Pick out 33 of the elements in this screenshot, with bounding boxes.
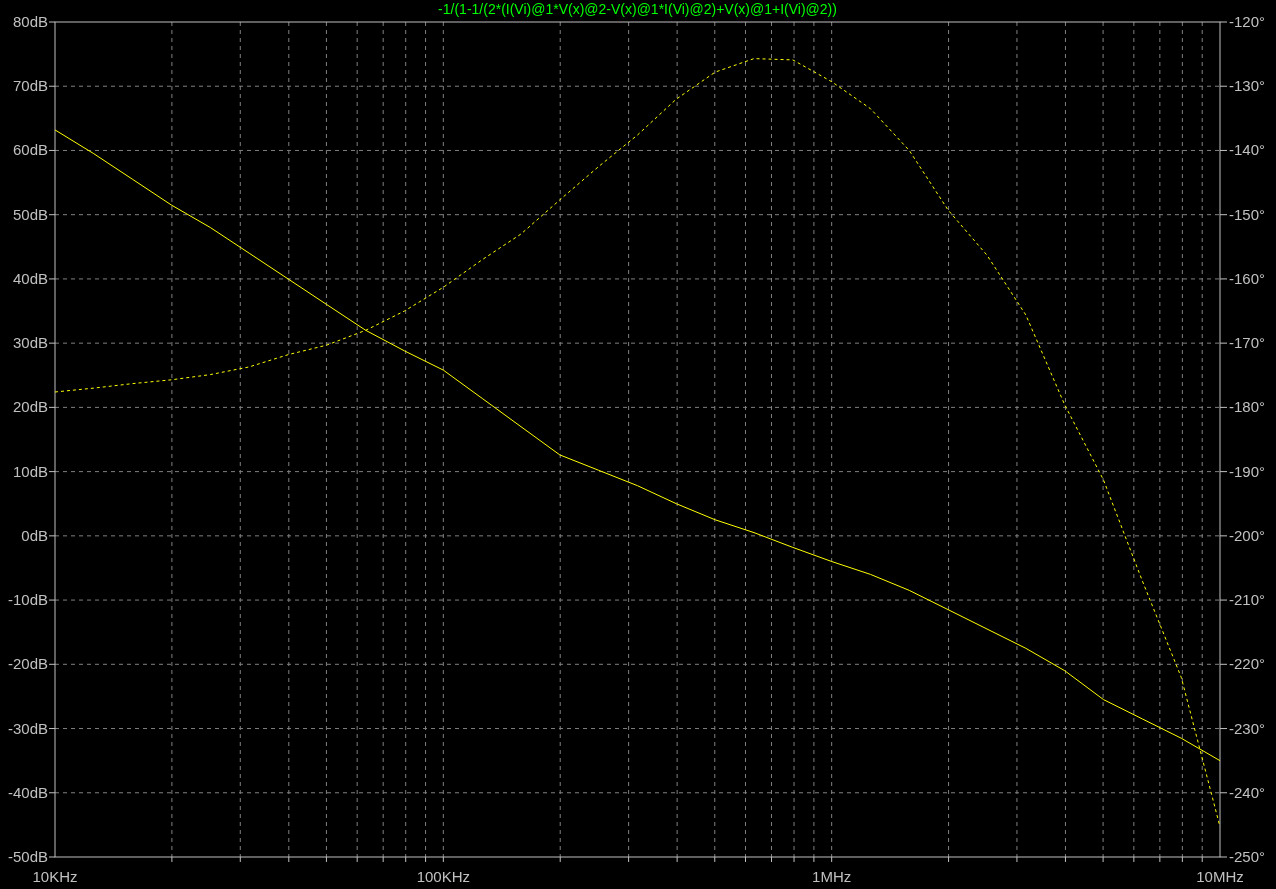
- axis-label: -200°: [1229, 526, 1266, 544]
- axis-label: -170°: [1229, 334, 1266, 352]
- axis-label: -150°: [1229, 205, 1266, 223]
- axis-label: 30dB: [12, 334, 48, 352]
- axis-label: -230°: [1229, 719, 1266, 737]
- axis-label: -130°: [1229, 77, 1266, 95]
- axis-label: 60dB: [12, 141, 48, 159]
- axis-label: -250°: [1229, 848, 1266, 865]
- axis-label: -30dB: [7, 719, 48, 737]
- axis-label: -190°: [1229, 462, 1266, 480]
- axis-label: 10dB: [12, 462, 48, 480]
- chart-title: -1/(1-1/(2*(I(Vi)@1*V(x)@2-V(x)@1*I(Vi)@2)+V(x)@1+I(Vi)@2)): [438, 1, 837, 17]
- axis-label: -220°: [1229, 655, 1266, 673]
- axis-label: 10KHz: [32, 868, 78, 885]
- axis-label: 1MHz: [812, 868, 852, 885]
- axis-label: 70dB: [12, 77, 48, 95]
- axis-label: 50dB: [12, 205, 48, 223]
- axis-label: -140°: [1229, 141, 1266, 159]
- axis-label: -240°: [1229, 783, 1266, 801]
- axis-label: 10MHz: [1196, 868, 1244, 885]
- axis-label: -50dB: [7, 848, 48, 865]
- axis-label: 0dB: [21, 526, 48, 544]
- axis-label: -180°: [1229, 398, 1266, 416]
- axis-label: -40dB: [7, 783, 48, 801]
- axis-label: -210°: [1229, 591, 1266, 609]
- axis-label: -10dB: [7, 591, 48, 609]
- axis-label: 100KHz: [416, 868, 470, 885]
- axis-label: -20dB: [7, 655, 48, 673]
- axis-label: 20dB: [12, 398, 48, 416]
- axis-label: -120°: [1229, 13, 1266, 30]
- axis-label: 40dB: [12, 269, 48, 287]
- axis-label: -160°: [1229, 269, 1266, 287]
- axis-label: 80dB: [12, 13, 48, 30]
